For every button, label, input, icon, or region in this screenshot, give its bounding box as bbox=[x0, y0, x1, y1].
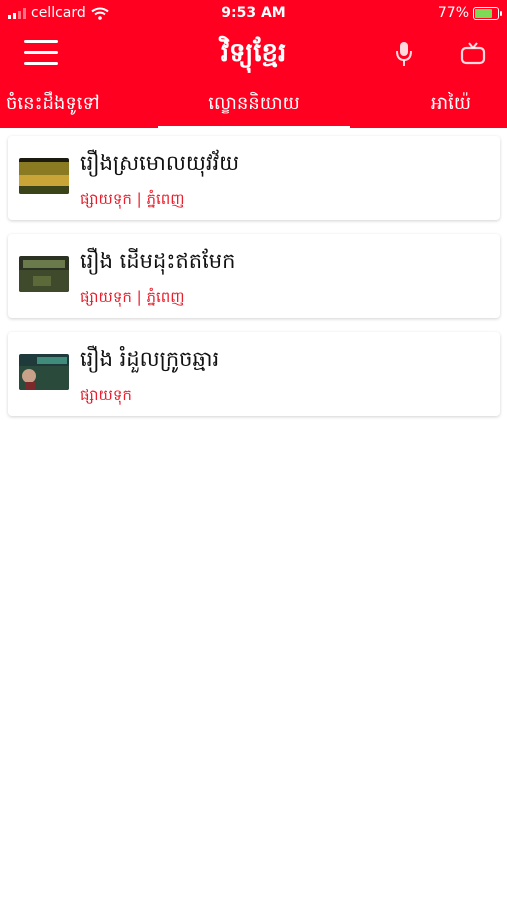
story-thumbnail bbox=[19, 158, 69, 194]
battery-percent: 77% bbox=[437, 5, 469, 21]
status-right: 77% bbox=[437, 5, 502, 21]
story-title: រឿងស្រមោលយុវវ័យ bbox=[80, 151, 240, 175]
tab-indicator bbox=[158, 126, 350, 129]
battery-level bbox=[475, 8, 492, 18]
story-subtitle: ផ្សាយទុក | ភ្នំពេញ bbox=[80, 288, 185, 306]
story-title: រឿង ដើមដុះឥតមែក bbox=[80, 249, 236, 273]
story-thumbnail bbox=[19, 256, 69, 292]
app-title: វិទ្យុខ្មែរ bbox=[220, 38, 287, 68]
list-item[interactable]: រឿង ដើមដុះឥតមែក ផ្សាយទុក | ភ្នំពេញ bbox=[8, 234, 500, 318]
story-list: រឿងស្រមោលយុវវ័យ ផ្សាយទុក | ភ្នំពេញ រឿង ដ… bbox=[8, 136, 500, 430]
list-item[interactable]: រឿង រំដួលក្រូចឆ្មារ ផ្សាយទុក bbox=[8, 332, 500, 416]
microphone-icon[interactable] bbox=[392, 38, 416, 70]
tab-bar: ចំនេះដឹងទូទៅ ល្ខោននិយាយ អាយ៉ៃ bbox=[0, 80, 507, 129]
app-bar: វិទ្យុខ្មែរ bbox=[0, 28, 507, 80]
story-title: រឿង រំដួលក្រូចឆ្មារ bbox=[80, 347, 220, 371]
status-bar: cellcard 9:53 AM 77% bbox=[0, 0, 507, 28]
story-subtitle: ផ្សាយទុក bbox=[80, 386, 132, 404]
tab-ayai[interactable]: អាយ៉ៃ bbox=[431, 80, 471, 128]
status-time: 9:53 AM bbox=[221, 5, 286, 21]
story-thumbnail bbox=[19, 354, 69, 390]
story-subtitle: ផ្សាយទុក | ភ្នំពេញ bbox=[80, 190, 185, 208]
tab-radio-drama[interactable]: ល្ខោននិយាយ bbox=[158, 80, 350, 128]
battery-icon bbox=[473, 6, 502, 20]
list-item[interactable]: រឿងស្រមោលយុវវ័យ ផ្សាយទុក | ភ្នំពេញ bbox=[8, 136, 500, 220]
tab-general-knowledge[interactable]: ចំនេះដឹងទូទៅ bbox=[6, 80, 100, 128]
tv-icon[interactable] bbox=[458, 40, 488, 68]
